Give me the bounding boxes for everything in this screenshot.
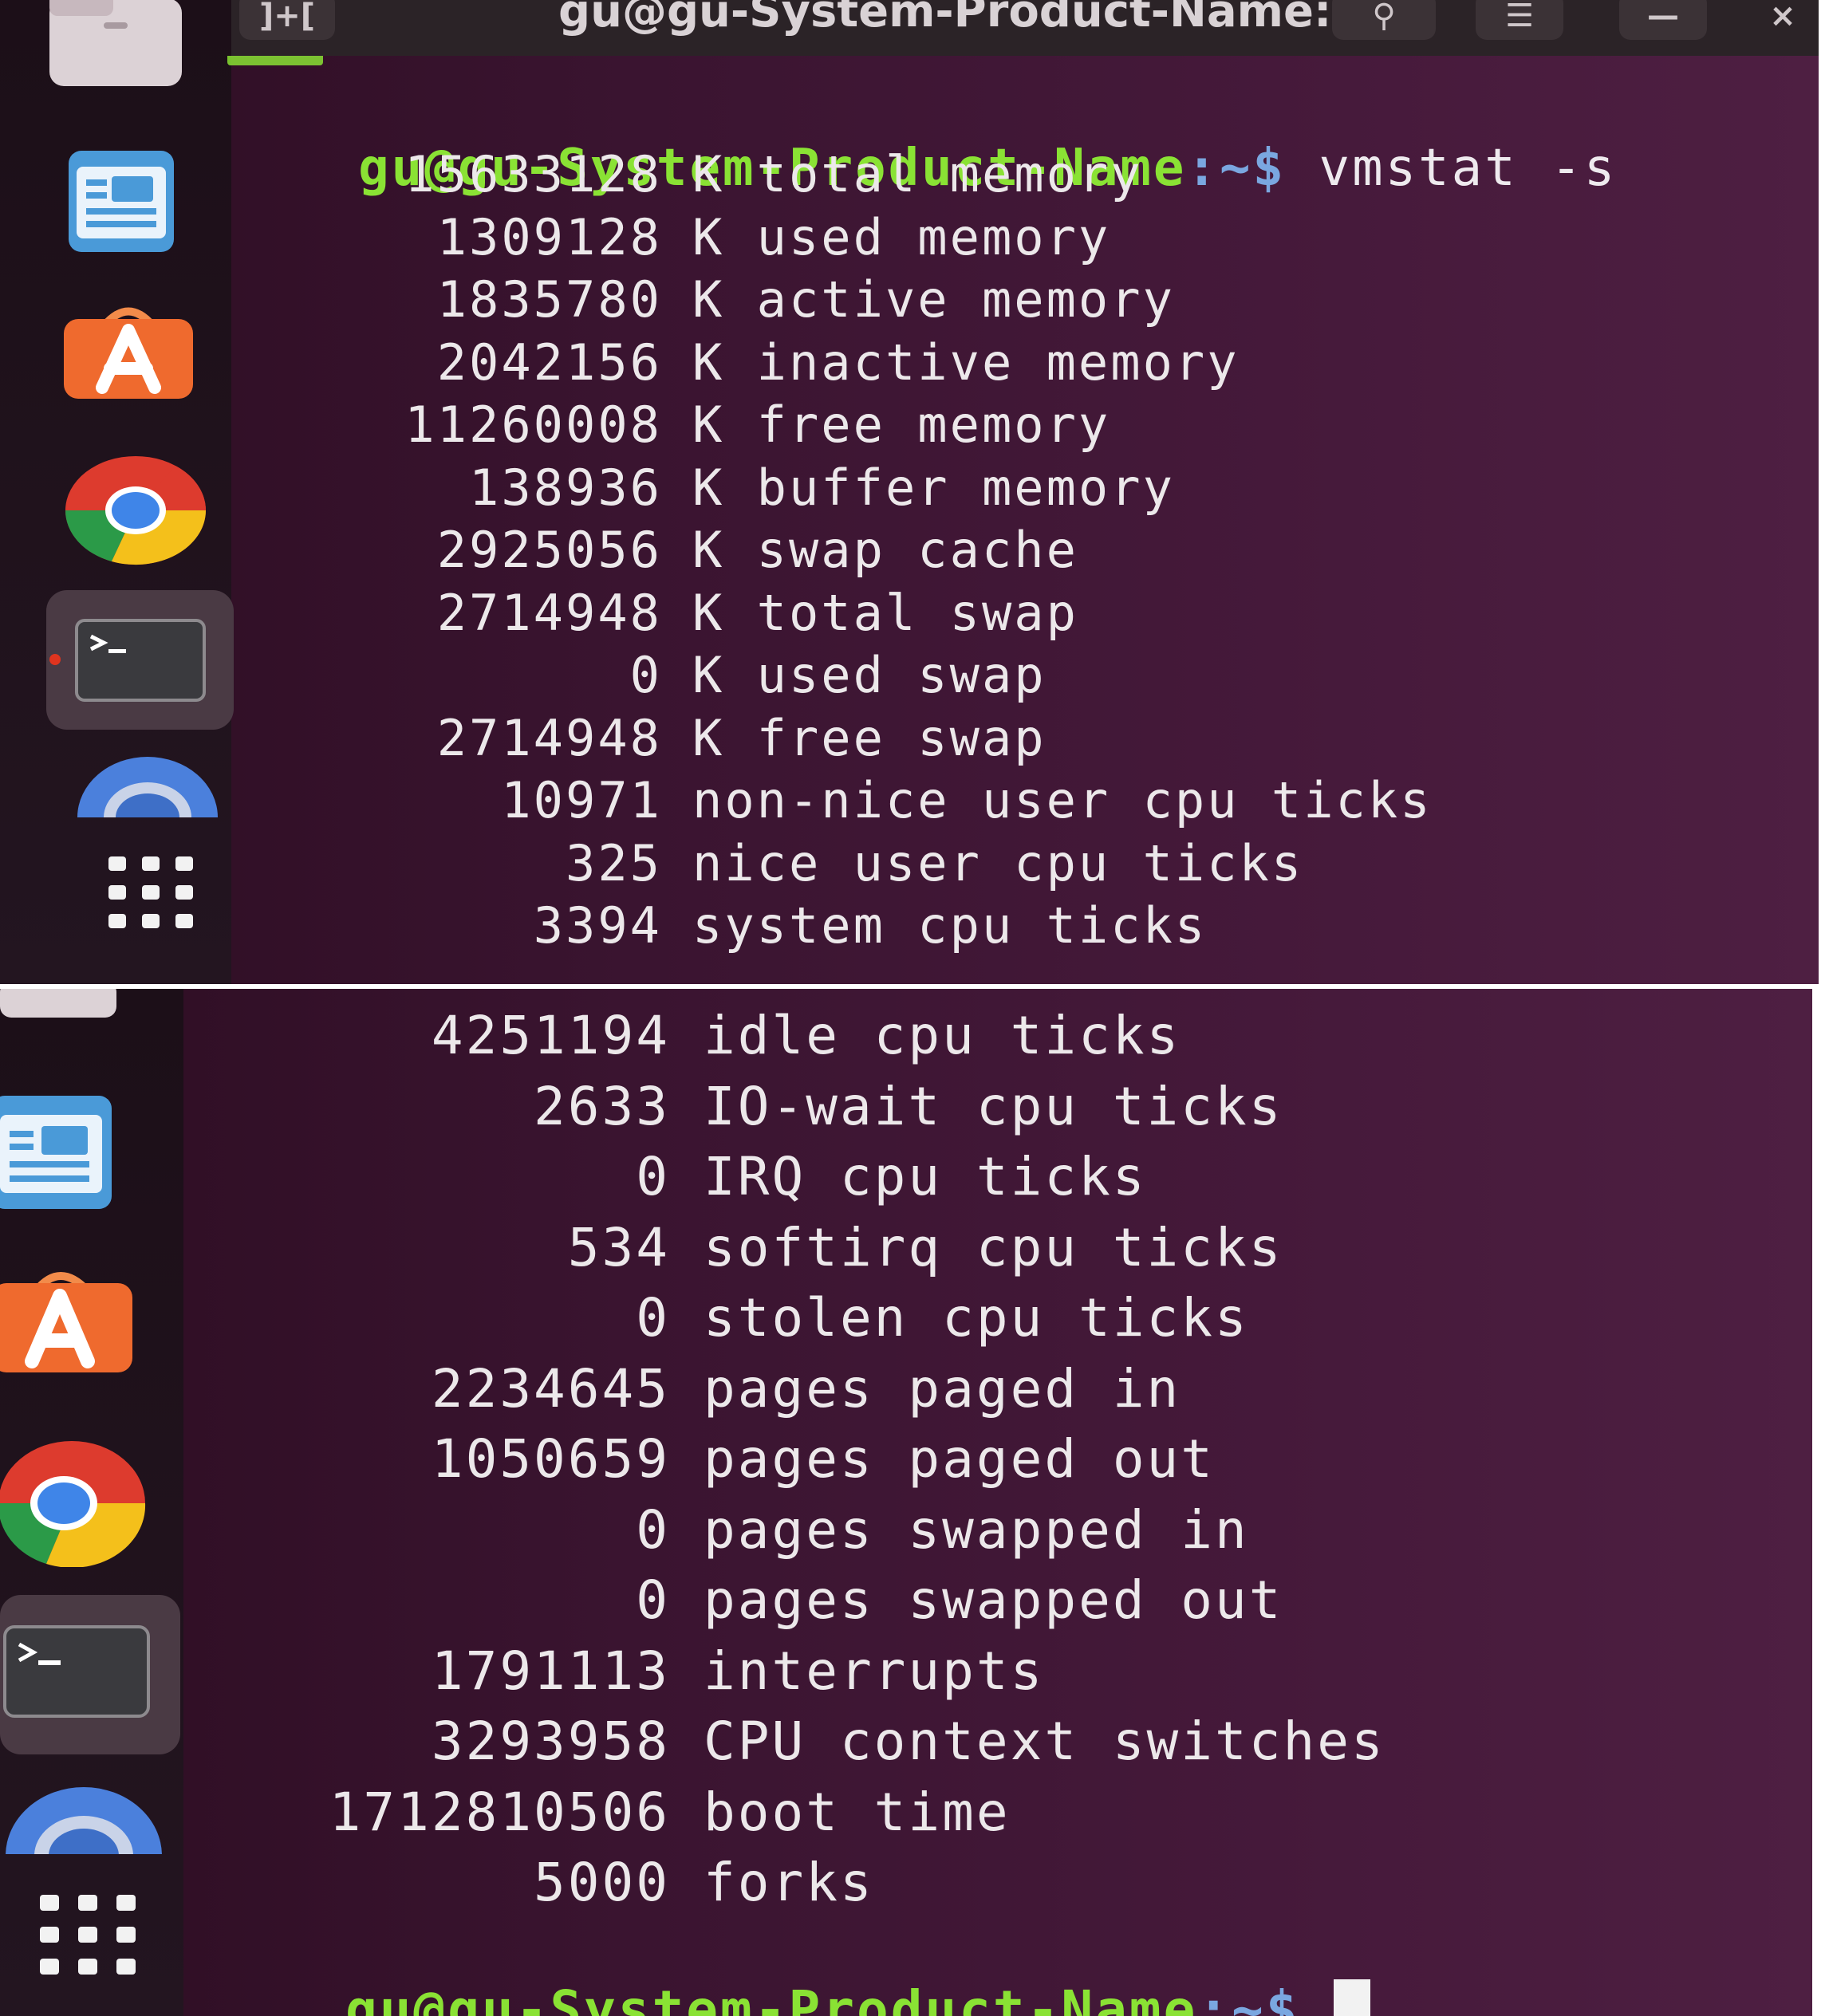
stat-label: K used swap bbox=[692, 646, 1047, 704]
stat-label: K used memory bbox=[692, 207, 1111, 266]
stat-label: CPU context switches bbox=[704, 1711, 1386, 1772]
software-store-icon[interactable] bbox=[0, 1264, 136, 1376]
stat-label: interrupts bbox=[704, 1640, 1045, 1702]
window-title: gu@gu-System-Product-Name: ~ bbox=[558, 0, 1385, 37]
stat-label: boot time bbox=[704, 1781, 1011, 1843]
dock bbox=[0, 0, 234, 984]
folder-icon[interactable] bbox=[0, 989, 118, 1021]
minimize-button[interactable]: — bbox=[1619, 0, 1707, 40]
stat-value: 3394 bbox=[533, 896, 662, 955]
stat-label: system cpu ticks bbox=[692, 896, 1208, 955]
close-icon: × bbox=[1769, 0, 1796, 34]
app-grid-icon[interactable] bbox=[37, 1892, 140, 1979]
clipped-previous-line bbox=[227, 56, 387, 69]
stat-value: 2042156 bbox=[436, 333, 662, 392]
stat-value: 2714948 bbox=[436, 708, 662, 767]
chrome-icon[interactable] bbox=[0, 1439, 152, 1568]
final-prompt-path: :~$ bbox=[1197, 1979, 1300, 2016]
stat-value: 138936 bbox=[469, 458, 662, 517]
hamburger-menu-icon: ☰ bbox=[1505, 0, 1534, 34]
app-grid-icon[interactable] bbox=[105, 853, 201, 933]
new-tab-button[interactable]: ]+[ bbox=[239, 0, 335, 40]
stat-label: softirq cpu ticks bbox=[704, 1216, 1283, 1278]
dock bbox=[0, 989, 183, 2016]
final-prompt-user: gu@gu-System-Product-Name bbox=[345, 1979, 1198, 2016]
stat-value: 11260008 bbox=[404, 396, 662, 454]
stat-value: 1712810506 bbox=[329, 1781, 670, 1843]
final-prompt-line: gu@gu-System-Product-Name:~$ bbox=[209, 1918, 1371, 2016]
stat-label: K swap cache bbox=[692, 521, 1078, 579]
stat-label: IRQ cpu ticks bbox=[704, 1146, 1147, 1207]
terminal-icon[interactable] bbox=[0, 1595, 180, 1754]
software-store-icon[interactable] bbox=[61, 301, 196, 401]
terminal-photo-top: ]+[ gu@gu-System-Product-Name: ~ ⚲ ☰ — ×… bbox=[0, 0, 1819, 984]
folder-icon[interactable] bbox=[48, 0, 183, 88]
stat-label: K total memory bbox=[692, 145, 1143, 203]
stat-label: idle cpu ticks bbox=[704, 1005, 1181, 1066]
stat-value: 4251194 bbox=[431, 1005, 670, 1066]
search-button[interactable]: ⚲ bbox=[1332, 0, 1436, 40]
terminal-photo-bottom: 4251194 idle cpu ticks 2633 IO-wait cpu tic… bbox=[0, 989, 1812, 2016]
stat-label: K active memory bbox=[692, 270, 1175, 329]
chrome-partial-icon[interactable] bbox=[4, 1782, 164, 1854]
new-tab-icon: ]+[ bbox=[258, 0, 316, 34]
stat-value: 1309128 bbox=[436, 207, 662, 266]
stat-value: 0 bbox=[636, 1146, 670, 1207]
stat-value: 1791113 bbox=[431, 1640, 670, 1702]
presentation-icon[interactable] bbox=[65, 148, 177, 255]
stat-label: stolen cpu ticks bbox=[704, 1287, 1249, 1349]
stat-value: 0 bbox=[629, 646, 662, 704]
stat-label: pages swapped in bbox=[704, 1498, 1249, 1561]
menu-button[interactable]: ☰ bbox=[1476, 0, 1563, 40]
search-icon: ⚲ bbox=[1372, 0, 1396, 34]
chrome-partial-icon[interactable] bbox=[76, 754, 219, 817]
stat-value: 0 bbox=[636, 1498, 670, 1561]
stat-label: K free memory bbox=[692, 396, 1111, 454]
stat-value: 0 bbox=[636, 1569, 670, 1631]
stat-value: 1050659 bbox=[431, 1428, 670, 1490]
stat-value: 534 bbox=[567, 1216, 670, 1278]
stat-value: 0 bbox=[636, 1287, 670, 1349]
terminal-titlebar: ]+[ gu@gu-System-Product-Name: ~ ⚲ ☰ — × bbox=[231, 0, 1819, 56]
stat-value: 10971 bbox=[501, 771, 662, 829]
stat-label: non-nice user cpu ticks bbox=[692, 771, 1433, 829]
stat-value: 2714948 bbox=[436, 583, 662, 642]
stat-value: 2633 bbox=[534, 1075, 670, 1137]
stat-label: K free swap bbox=[692, 708, 1047, 767]
close-button[interactable]: × bbox=[1747, 0, 1819, 40]
stat-value: 5000 bbox=[534, 1852, 670, 1913]
minimize-icon: — bbox=[1647, 0, 1679, 34]
stat-value: 2925056 bbox=[436, 521, 662, 579]
stat-label: IO-wait cpu ticks bbox=[704, 1075, 1283, 1137]
stat-value: 3293958 bbox=[431, 1711, 670, 1772]
stat-label: pages paged out bbox=[704, 1428, 1216, 1490]
stat-label: K total swap bbox=[692, 583, 1078, 642]
presentation-icon[interactable] bbox=[0, 1093, 113, 1212]
stat-value: 2234645 bbox=[431, 1357, 670, 1419]
stat-label: K buffer memory bbox=[692, 458, 1175, 517]
stat-label: nice user cpu ticks bbox=[692, 833, 1304, 892]
stat-value: 1835780 bbox=[436, 270, 662, 329]
chrome-icon[interactable] bbox=[64, 455, 207, 566]
stat-label: pages swapped out bbox=[704, 1569, 1283, 1631]
text-cursor[interactable] bbox=[1334, 1979, 1371, 2016]
stat-label: K inactive memory bbox=[692, 333, 1240, 392]
stat-value: 325 bbox=[566, 833, 662, 892]
stat-label: forks bbox=[704, 1852, 874, 1913]
stat-label: pages paged in bbox=[704, 1357, 1181, 1419]
command-text: vmstat -s bbox=[1286, 139, 1618, 198]
stat-value: 15633128 bbox=[404, 145, 662, 203]
terminal-icon[interactable] bbox=[46, 590, 234, 730]
active-indicator-dot bbox=[49, 654, 61, 665]
prompt-path: :~$ bbox=[1186, 139, 1286, 198]
